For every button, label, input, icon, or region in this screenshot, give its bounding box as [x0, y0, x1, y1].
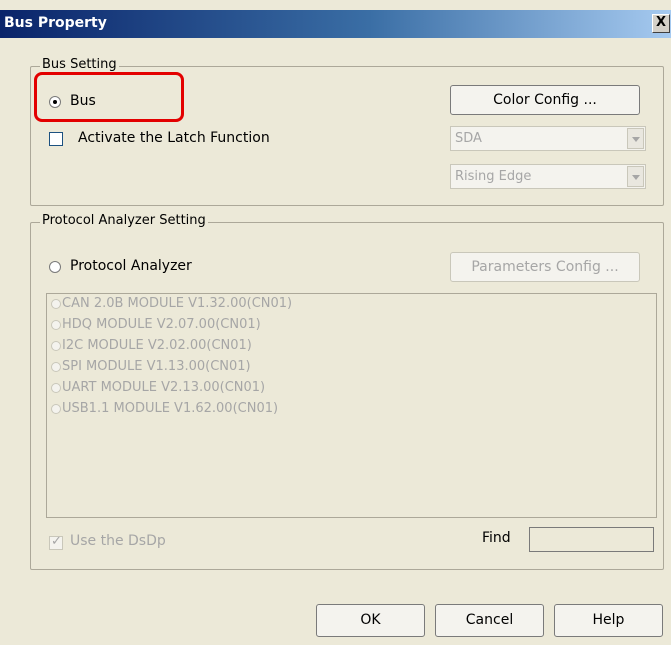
bus-setting-legend: Bus Setting: [40, 57, 119, 72]
parameters-config-label: Parameters Config ...: [471, 259, 619, 275]
bus-highlight-annotation: [34, 72, 184, 122]
close-button[interactable]: X: [652, 14, 670, 33]
module-list[interactable]: CAN 2.0B MODULE V1.32.00(CN01) HDQ MODUL…: [46, 293, 657, 518]
ok-button[interactable]: OK: [316, 604, 425, 637]
module-radio: [51, 341, 61, 351]
module-label: USB1.1 MODULE V1.62.00(CN01): [62, 401, 279, 416]
module-radio: [51, 320, 61, 330]
module-label: UART MODULE V2.13.00(CN01): [62, 380, 266, 395]
module-label: HDQ MODULE V2.07.00(CN01): [62, 317, 261, 332]
bus-property-dialog: Bus Property X Bus Setting Bus Color Con…: [0, 0, 671, 645]
parameters-config-button: Parameters Config ...: [450, 252, 640, 282]
find-input[interactable]: [529, 527, 654, 552]
edge-select: Rising Edge: [450, 164, 646, 189]
cancel-button[interactable]: Cancel: [435, 604, 544, 637]
latch-checkbox[interactable]: [49, 132, 63, 146]
edge-select-value: Rising Edge: [455, 169, 532, 184]
chevron-down-icon: [627, 128, 644, 149]
close-icon: X: [655, 15, 667, 30]
title-bar[interactable]: Bus Property X: [0, 10, 671, 38]
help-button[interactable]: Help: [554, 604, 663, 637]
module-label: I2C MODULE V2.02.00(CN01): [62, 338, 252, 353]
ok-label: OK: [360, 612, 381, 628]
module-label: SPI MODULE V1.13.00(CN01): [62, 359, 251, 374]
signal-select-value: SDA: [455, 131, 482, 146]
color-config-button[interactable]: Color Config ...: [450, 85, 640, 115]
color-config-label: Color Config ...: [493, 92, 597, 108]
signal-select: SDA: [450, 126, 646, 151]
module-radio: [51, 404, 61, 414]
protocol-analyzer-radio[interactable]: [49, 261, 61, 273]
chevron-down-icon: [627, 166, 644, 187]
latch-label[interactable]: Activate the Latch Function: [78, 130, 270, 146]
use-dsdp-checkbox: ✓: [49, 534, 63, 550]
use-dsdp-label: Use the DsDp: [70, 533, 166, 549]
module-label: CAN 2.0B MODULE V1.32.00(CN01): [62, 296, 293, 311]
module-radio: [51, 299, 61, 309]
module-radio: [51, 362, 61, 372]
cancel-label: Cancel: [465, 612, 514, 628]
protocol-analyzer-label[interactable]: Protocol Analyzer: [70, 258, 192, 274]
protocol-setting-legend: Protocol Analyzer Setting: [40, 213, 208, 228]
module-radio: [51, 383, 61, 393]
find-label: Find: [482, 530, 511, 546]
help-label: Help: [592, 612, 625, 628]
checkmark-icon: ✓: [51, 534, 62, 549]
dialog-title: Bus Property: [4, 15, 107, 31]
